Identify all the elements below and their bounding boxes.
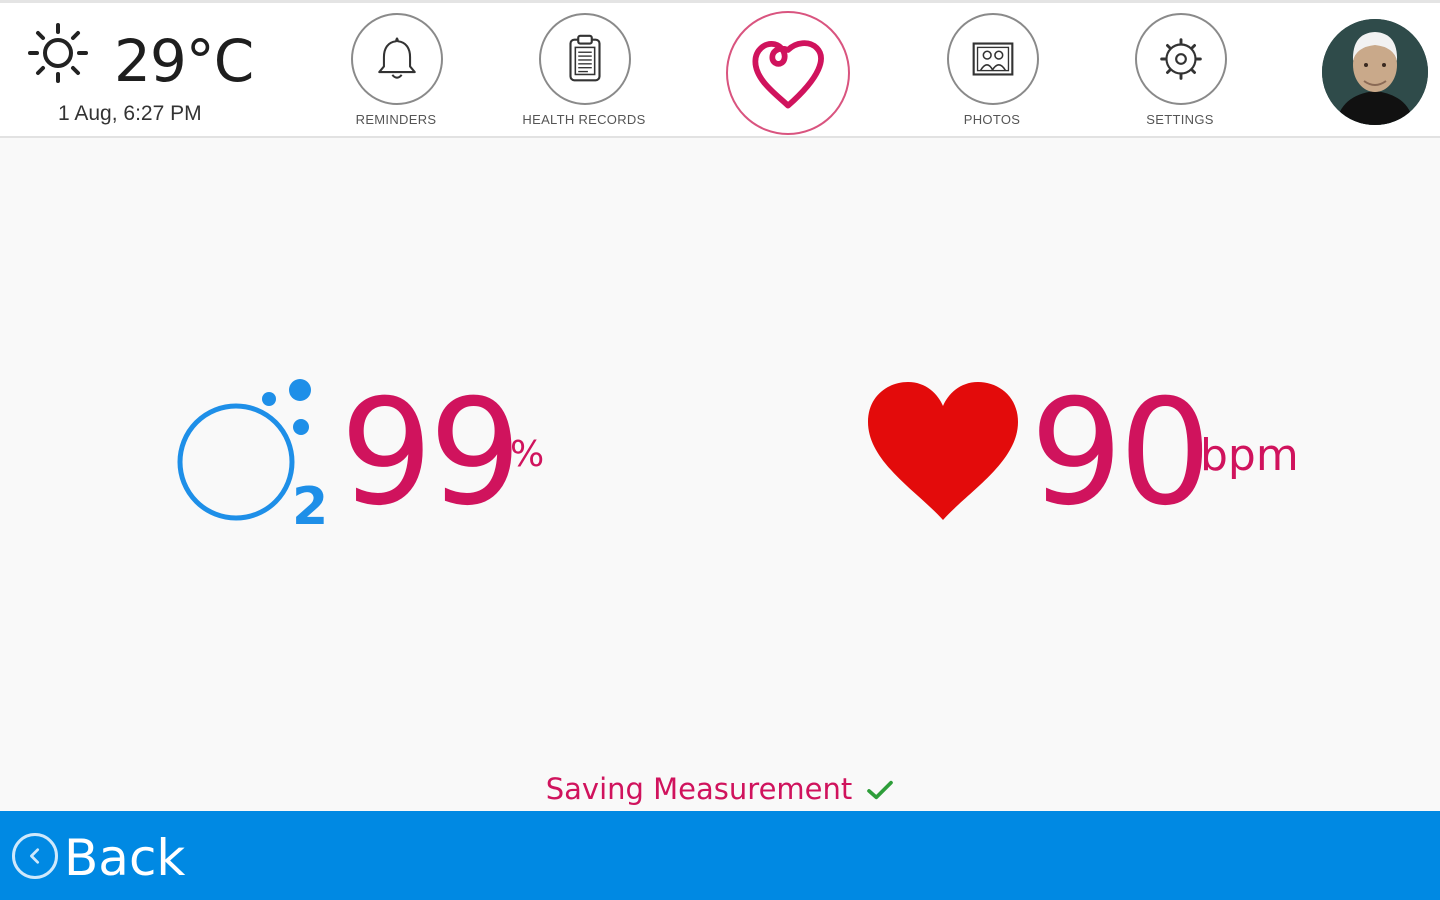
back-label: Back bbox=[64, 829, 186, 887]
oxygen-o2-icon: 2 bbox=[177, 379, 328, 530]
nav-settings-button[interactable]: SETTINGS bbox=[1100, 13, 1260, 133]
heart-icon bbox=[868, 382, 1018, 520]
nav-reminders-button[interactable]: REMINDERS bbox=[316, 13, 476, 133]
nav-label: REMINDERS bbox=[355, 112, 437, 127]
sun-icon bbox=[28, 23, 88, 83]
settings-circle bbox=[1135, 13, 1227, 105]
chevron-left-circle-icon bbox=[12, 833, 58, 879]
weather-widget: 29°C 1 Aug, 6:27 PM bbox=[26, 17, 266, 132]
spo2-value: 99 bbox=[340, 368, 522, 538]
saving-status-text: Saving Measurement bbox=[545, 772, 853, 806]
pulse-value: 90 bbox=[1030, 368, 1212, 538]
heart-logo-icon bbox=[752, 40, 824, 109]
saving-status: Saving Measurement bbox=[0, 772, 1440, 808]
avatar-portrait bbox=[1322, 19, 1428, 125]
gear-icon bbox=[1160, 38, 1202, 80]
health-records-circle bbox=[539, 13, 631, 105]
temperature: 29°C bbox=[114, 27, 254, 95]
nav-label: HEALTH RECORDS bbox=[522, 112, 646, 127]
nav-health-records-button[interactable]: HEALTH RECORDS bbox=[504, 13, 664, 133]
date-time: 1 Aug, 6:27 PM bbox=[58, 102, 202, 125]
checkmark-icon bbox=[866, 774, 894, 808]
clipboard-icon bbox=[569, 34, 601, 82]
nav-label: PHOTOS bbox=[963, 112, 1021, 127]
top-bar: 29°C 1 Aug, 6:27 PM REMINDERS HEALTH REC… bbox=[0, 0, 1440, 138]
nav-home-heart-button[interactable] bbox=[726, 11, 850, 135]
photo-frame-icon bbox=[972, 42, 1014, 76]
bottom-bar: Back bbox=[0, 811, 1440, 900]
back-button[interactable]: Back bbox=[10, 823, 210, 891]
nav-label: SETTINGS bbox=[1146, 112, 1214, 127]
user-avatar[interactable] bbox=[1322, 19, 1428, 125]
spo2-unit: % bbox=[510, 434, 545, 475]
svg-text:2: 2 bbox=[292, 477, 328, 530]
photos-circle bbox=[947, 13, 1039, 105]
nav-photos-button[interactable]: PHOTOS bbox=[912, 13, 1072, 133]
reminders-circle bbox=[351, 13, 443, 105]
pulse-unit: bpm bbox=[1200, 430, 1299, 481]
bell-icon bbox=[378, 37, 416, 79]
